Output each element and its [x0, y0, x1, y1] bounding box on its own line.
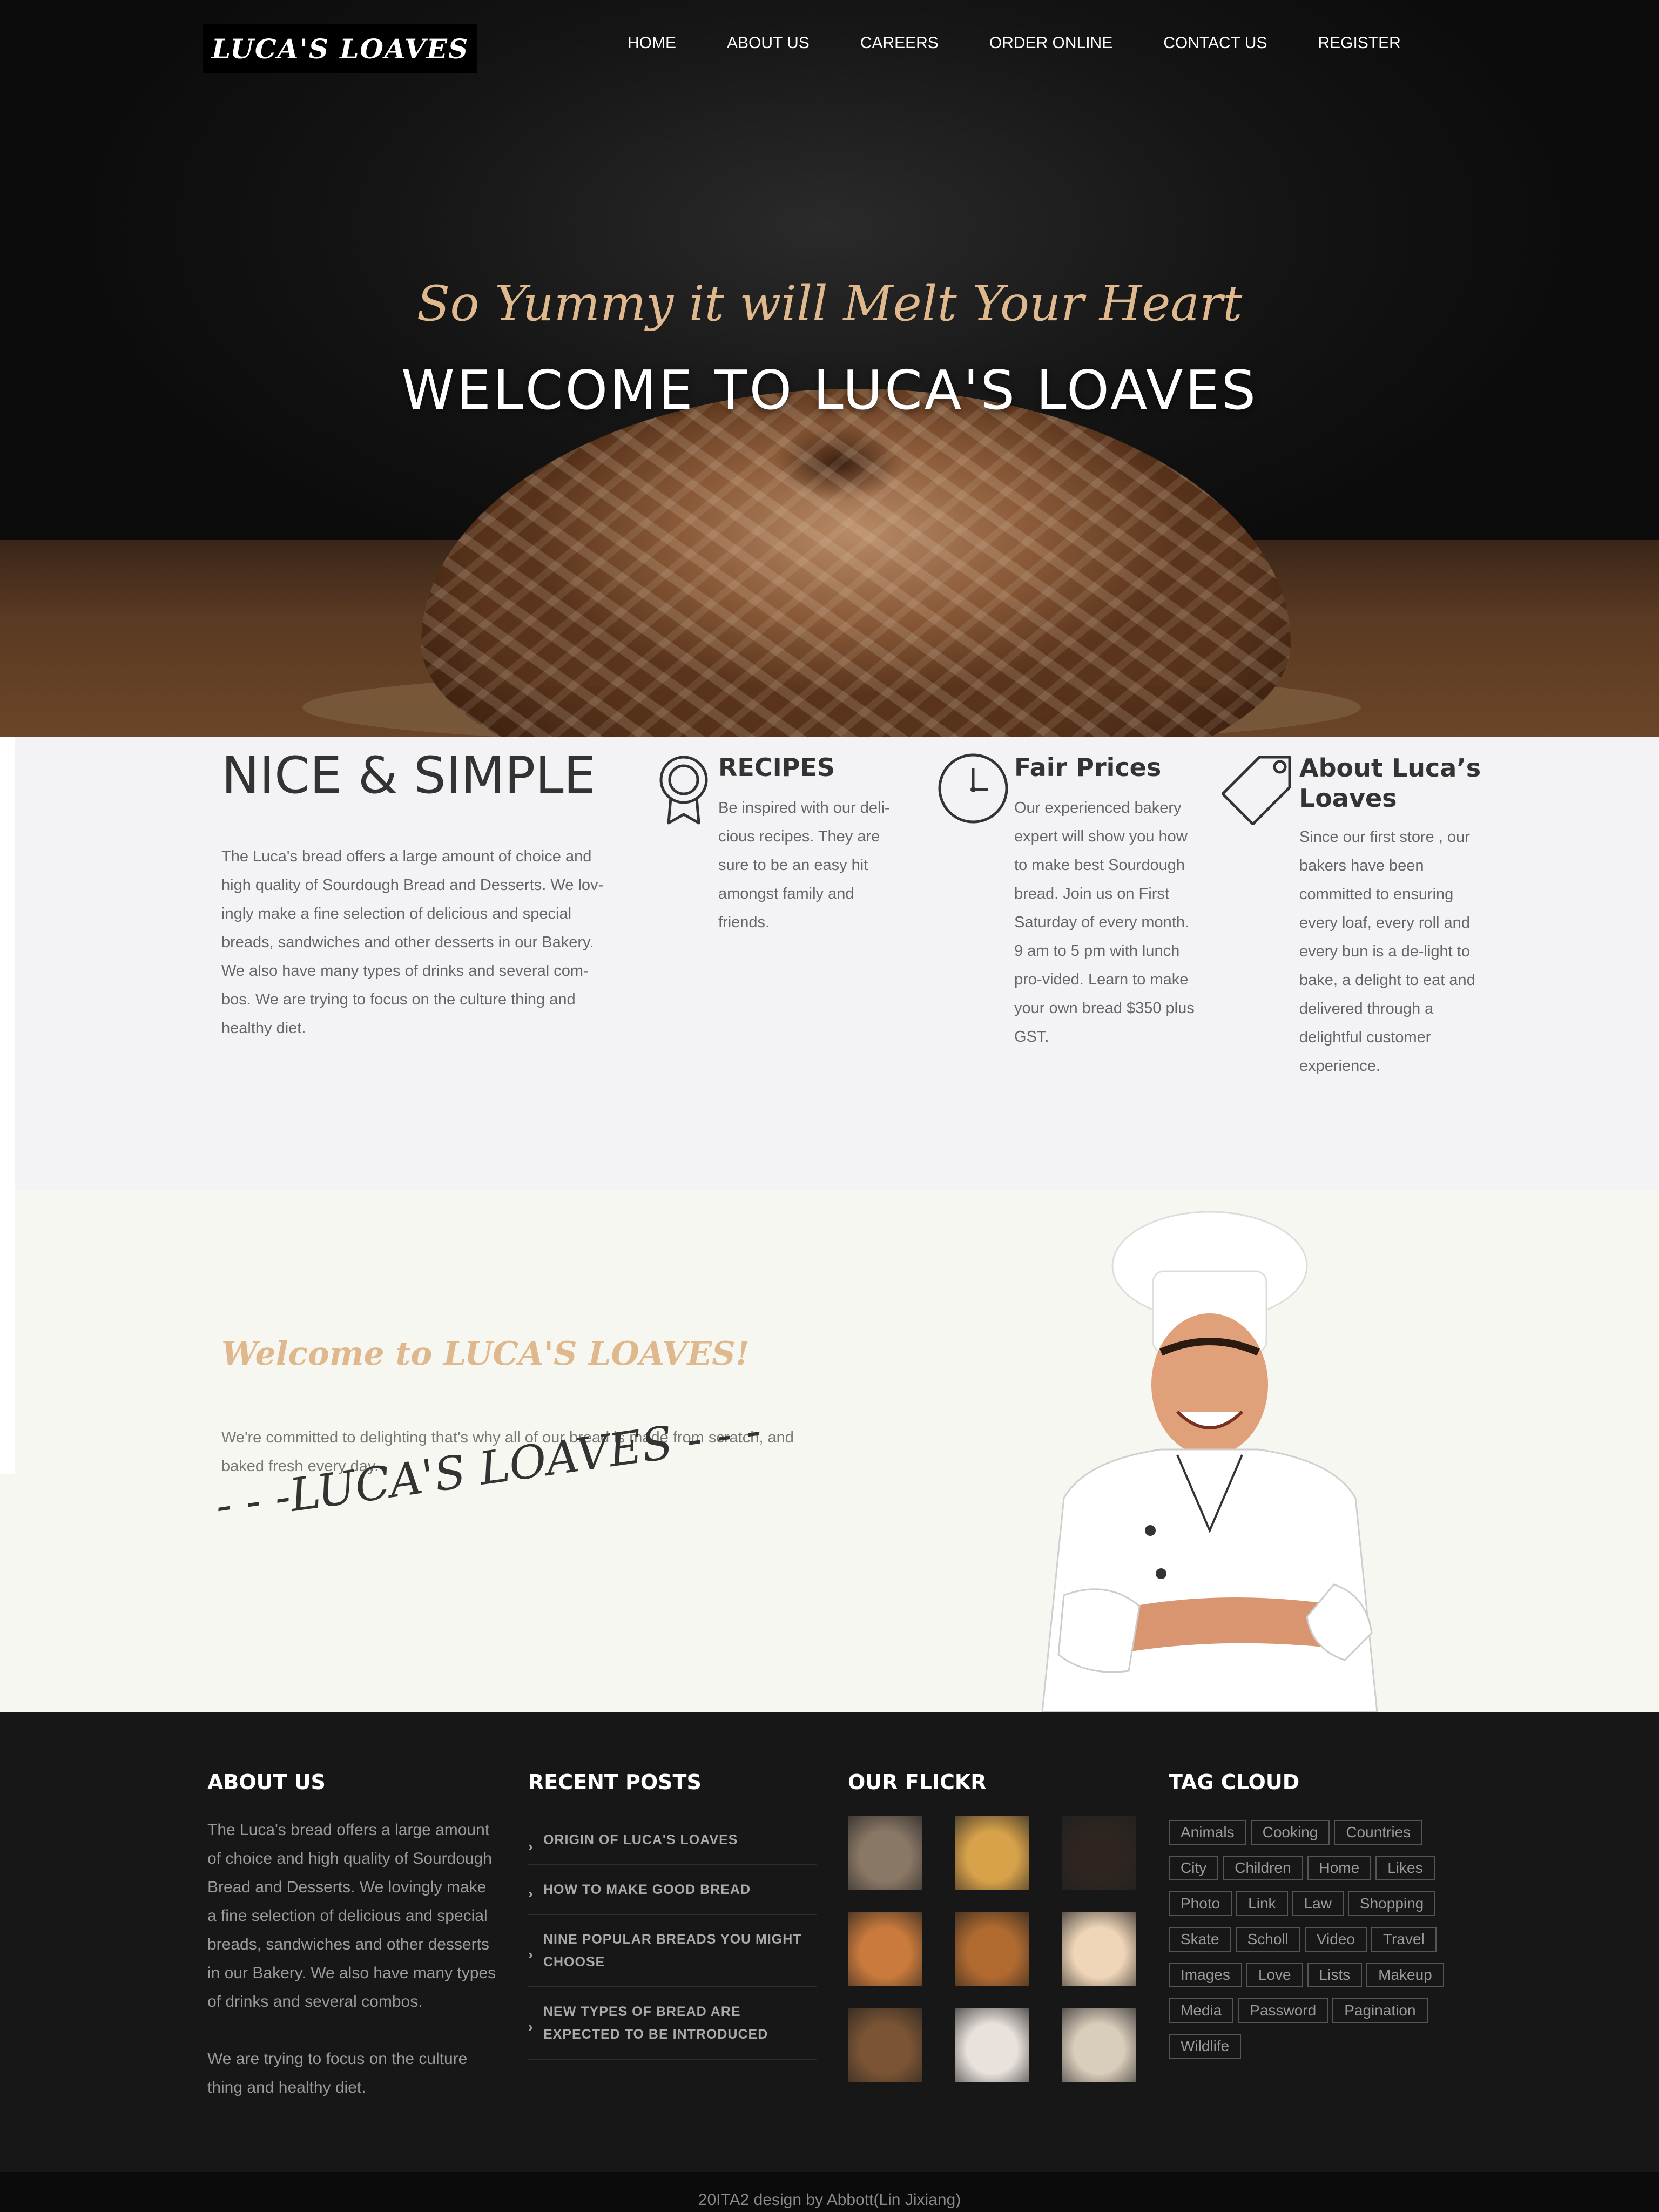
tag-link[interactable]: Pagination — [1332, 1998, 1428, 2023]
post-item[interactable]: › NEW TYPES OF BREAD ARE EXPECTED TO BE I… — [528, 1987, 817, 2060]
tag-link[interactable]: Link — [1236, 1891, 1288, 1916]
nav-home[interactable]: HOME — [628, 31, 676, 55]
site-logo[interactable]: LUCA'S LOAVES — [203, 24, 477, 73]
nav-contact-us[interactable]: CONTACT US — [1163, 31, 1267, 55]
chef-welcome-title: Welcome to LUCA'S LOAVES! — [221, 1335, 750, 1373]
feature-title-about: About Luca’s Loaves — [1299, 753, 1481, 813]
tag-link[interactable]: Media — [1169, 1998, 1234, 2023]
tag-link[interactable]: Love — [1246, 1963, 1303, 1987]
tag-link[interactable]: Wildlife — [1169, 2034, 1242, 2059]
flickr-thumbnail[interactable] — [955, 1912, 1029, 1986]
tag-link[interactable]: Countries — [1334, 1820, 1423, 1845]
post-title: NINE POPULAR BREADS YOU MIGHT CHOOSE — [543, 1932, 802, 1970]
flickr-thumbnail[interactable] — [1062, 1912, 1136, 1986]
flickr-thumbnail[interactable] — [955, 1816, 1029, 1890]
nav-order-online[interactable]: ORDER ONLINE — [989, 31, 1112, 55]
flickr-thumbnail[interactable] — [955, 2008, 1029, 2082]
footer-about-text-2: We are trying to focus on the culture th… — [207, 2050, 468, 2096]
post-title: HOW TO MAKE GOOD BREAD — [543, 1882, 751, 1897]
nav-register[interactable]: REGISTER — [1318, 31, 1400, 55]
tag-link[interactable]: Skate — [1169, 1927, 1231, 1952]
chef-left-strip — [0, 1190, 15, 1474]
flickr-thumbnail[interactable] — [848, 2008, 922, 2082]
tag-link[interactable]: Password — [1238, 1998, 1328, 2023]
flickr-thumbnail[interactable] — [848, 1912, 922, 1986]
tag-link[interactable]: Animals — [1169, 1820, 1246, 1845]
main-nav: HOME ABOUT US CAREERS ORDER ONLINE CONTA… — [628, 31, 1401, 55]
award-icon — [655, 753, 713, 829]
flickr-gallery — [848, 1816, 1136, 2082]
hero-tagline: So Yummy it will Melt Your Heart — [416, 275, 1243, 332]
tag-link[interactable]: Law — [1292, 1891, 1344, 1916]
footer-about-text-1: The Luca's bread offers a large amount o… — [207, 1821, 496, 2011]
intro-title: NICE & SIMPLE — [221, 746, 596, 805]
chevron-right-icon: › — [528, 1946, 534, 1963]
chevron-right-icon: › — [528, 1885, 534, 1901]
tag-link[interactable]: City — [1169, 1856, 1219, 1880]
feature-title-fair-prices: Fair Prices — [1014, 753, 1162, 782]
post-title: ORIGIN OF LUCA'S LOAVES — [543, 1832, 738, 1847]
credits-text: 20ITA2 design by Abbott(Lin Jixiang) — [698, 2191, 961, 2209]
tag-cloud: Animals Cooking Countries City Children Home L… — [1169, 1820, 1460, 2059]
footer-flickr-heading: OUR FLICKR — [848, 1770, 987, 1794]
post-title: NEW TYPES OF BREAD ARE EXPECTED TO BE IN… — [543, 2004, 768, 2042]
credits-bar: 20ITA2 design by Abbott(Lin Jixiang) — [0, 2172, 1659, 2212]
tag-link[interactable]: Shopping — [1347, 1891, 1436, 1916]
nav-careers[interactable]: CAREERS — [860, 31, 939, 55]
chevron-right-icon: › — [528, 1838, 534, 1854]
bread-loaf-image — [421, 389, 1291, 737]
logo-text: LUCA'S LOAVES — [211, 32, 469, 65]
nav-about-us[interactable]: ABOUT US — [727, 31, 810, 55]
chef-image — [1041, 1211, 1378, 1712]
hero-title: WELCOME TO LUCA'S LOAVES — [401, 359, 1258, 422]
feature-text-recipes: Be inspired with our deli-cious recipes.… — [718, 799, 890, 931]
footer-tags-heading: TAG CLOUD — [1169, 1770, 1300, 1794]
tag-link[interactable]: Photo — [1169, 1891, 1232, 1916]
footer-about-heading: ABOUT US — [207, 1770, 326, 1794]
tag-link[interactable]: Children — [1223, 1856, 1303, 1880]
tag-link[interactable]: Video — [1304, 1927, 1367, 1952]
tag-link[interactable]: Lists — [1307, 1963, 1363, 1987]
tag-link[interactable]: Likes — [1375, 1856, 1435, 1880]
flickr-thumbnail[interactable] — [1062, 1816, 1136, 1890]
post-item[interactable]: › NINE POPULAR BREADS YOU MIGHT CHOOSE — [528, 1915, 817, 1987]
tag-link[interactable]: Travel — [1371, 1927, 1437, 1952]
flickr-thumbnail[interactable] — [848, 1816, 922, 1890]
chevron-right-icon: › — [528, 2019, 534, 2035]
feature-text-fair-prices: Our experienced bakery expert will show … — [1014, 799, 1195, 1046]
tag-link[interactable]: Scholl — [1235, 1927, 1300, 1952]
post-item[interactable]: › HOW TO MAKE GOOD BREAD — [528, 1865, 817, 1915]
flickr-thumbnail[interactable] — [1062, 2008, 1136, 2082]
feature-title-recipes: RECIPES — [718, 753, 835, 782]
tag-link[interactable]: Cooking — [1250, 1820, 1330, 1845]
feature-text-about: Since our first store , our bakers have … — [1299, 828, 1475, 1075]
hero-banner: So Yummy it will Melt Your Heart WELCOME… — [0, 0, 1659, 737]
tag-icon — [1221, 752, 1295, 828]
footer-posts-heading: RECENT POSTS — [528, 1770, 702, 1794]
post-item[interactable]: › ORIGIN OF LUCA'S LOAVES — [528, 1821, 817, 1865]
footer-about: The Luca's bread offers a large amount o… — [207, 1816, 499, 2102]
recent-posts-list: › ORIGIN OF LUCA'S LOAVES › HOW TO MAKE GO… — [528, 1821, 817, 2060]
clock-icon — [936, 752, 1010, 828]
intro-text: The Luca's bread offers a large amount o… — [221, 848, 604, 1037]
tag-link[interactable]: Home — [1307, 1856, 1372, 1880]
tag-link[interactable]: Makeup — [1366, 1963, 1444, 1987]
tag-link[interactable]: Images — [1169, 1963, 1242, 1987]
